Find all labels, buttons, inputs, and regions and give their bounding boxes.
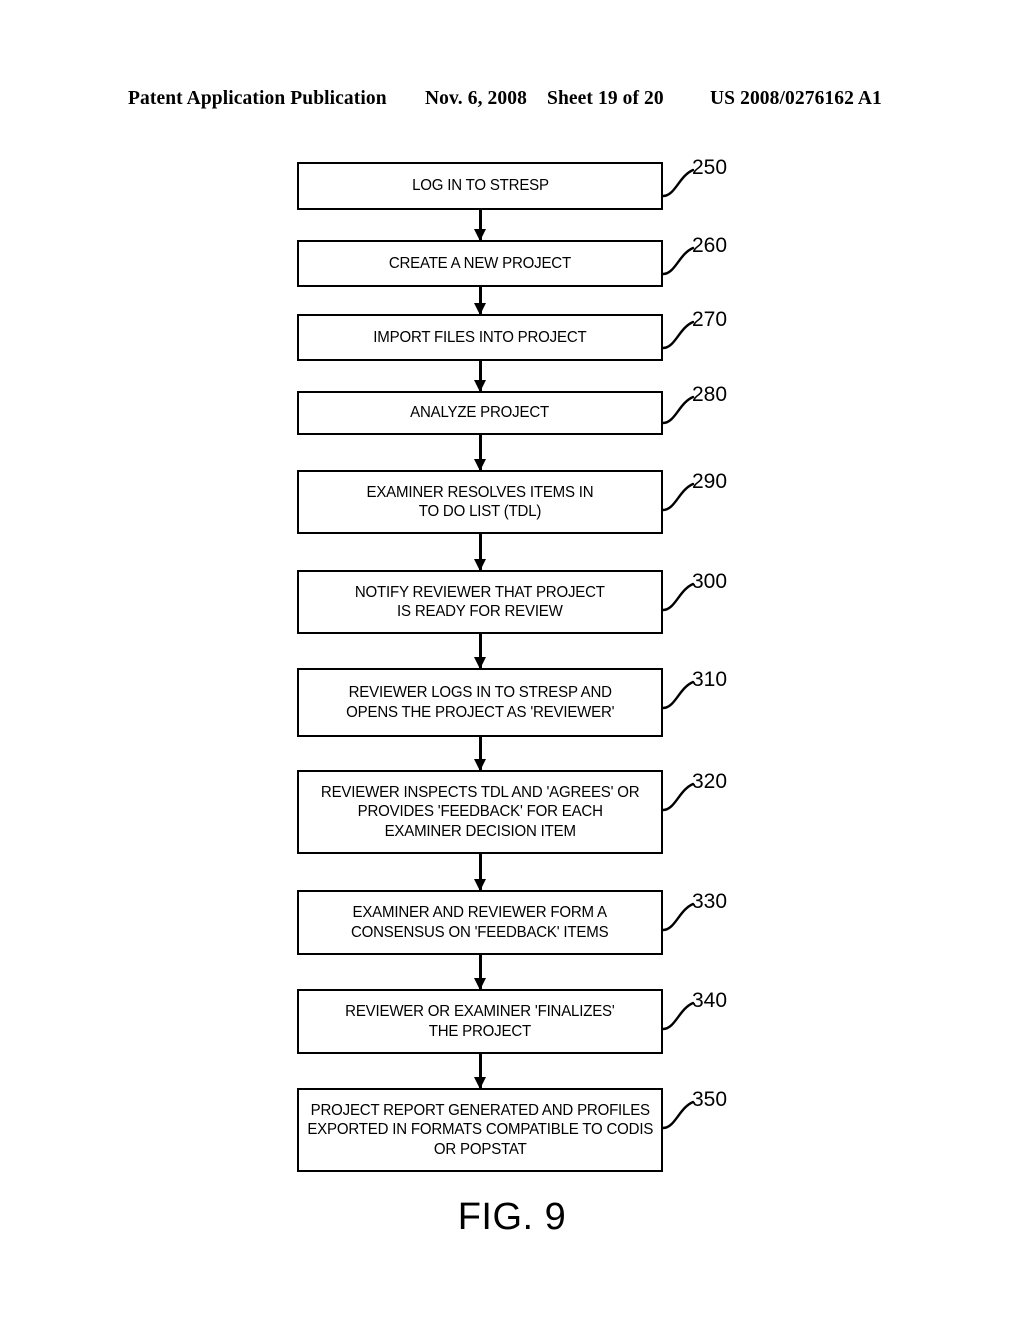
flowchart-step-280: ANALYZE PROJECT: [297, 391, 663, 435]
flowchart-step-300: NOTIFY REVIEWER THAT PROJECT IS READY FO…: [297, 570, 663, 634]
flowchart-step-250: LOG IN TO STRESP: [297, 162, 663, 210]
flowchart-arrow-290-to-300: [479, 534, 482, 570]
flowchart-step-label: EXAMINER RESOLVES ITEMS IN TO DO LIST (T…: [366, 483, 594, 521]
reference-numeral-290: 290: [692, 470, 728, 493]
flowchart-arrow-260-to-270: [479, 287, 482, 314]
reference-numeral-250: 250: [692, 156, 728, 180]
reference-numeral-300: 300: [692, 570, 728, 593]
flowchart-step-label: CREATE A NEW PROJECT: [388, 254, 572, 272]
flowchart-step-320: REVIEWER INSPECTS TDL AND 'AGREES' OR PR…: [297, 770, 663, 854]
flowchart-arrow-280-to-290: [479, 435, 482, 470]
flowchart-step-label: ANALYZE PROJECT: [410, 404, 550, 422]
flowchart-arrow-250-to-260: [479, 210, 482, 240]
reference-numeral-270: 270: [692, 307, 728, 331]
reference-numeral-330: 330: [692, 890, 728, 913]
flowchart-step-350: PROJECT REPORT GENERATED AND PROFILES EX…: [297, 1088, 663, 1172]
flowchart-step-330: EXAMINER AND REVIEWER FORM A CONSENSUS O…: [297, 890, 663, 955]
flowchart-step-label: REVIEWER OR EXAMINER 'FINALIZES' THE PRO…: [345, 1003, 615, 1040]
flowchart-arrow-270-to-280: [479, 361, 482, 391]
flowchart-diagram: LOG IN TO STRESP 250 CREATE A NEW PROJECT 2…: [0, 0, 1024, 1320]
flowchart-arrow-300-to-310: [479, 634, 482, 668]
reference-numeral-320: 320: [692, 770, 728, 793]
flowchart-step-label: LOG IN TO STRESP: [411, 177, 549, 195]
flowchart-arrow-340-to-350: [479, 1054, 482, 1088]
figure-caption: FIG. 9: [457, 1196, 567, 1238]
flowchart-step-310: REVIEWER LOGS IN TO STRESP AND OPENS THE…: [297, 668, 663, 737]
reference-numeral-340: 340: [692, 989, 728, 1012]
flowchart-step-label: REVIEWER LOGS IN TO STRESP AND OPENS THE…: [345, 684, 615, 721]
reference-numeral-280: 280: [692, 383, 728, 407]
flowchart-step-label: NOTIFY REVIEWER THAT PROJECT IS READY FO…: [355, 583, 605, 621]
flowchart-step-270: IMPORT FILES INTO PROJECT: [297, 314, 663, 361]
flowchart-arrow-320-to-330: [479, 854, 482, 890]
flowchart-step-290: EXAMINER RESOLVES ITEMS IN TO DO LIST (T…: [297, 470, 663, 534]
flowchart-arrow-330-to-340: [479, 955, 482, 989]
reference-numeral-260: 260: [692, 233, 728, 257]
flowchart-arrow-310-to-320: [479, 737, 482, 770]
flowchart-step-260: CREATE A NEW PROJECT: [297, 240, 663, 287]
flowchart-step-label: IMPORT FILES INTO PROJECT: [373, 328, 587, 346]
flowchart-step-340: REVIEWER OR EXAMINER 'FINALIZES' THE PRO…: [297, 989, 663, 1054]
reference-numeral-350: 350: [692, 1088, 728, 1111]
flowchart-step-label: PROJECT REPORT GENERATED AND PROFILES EX…: [307, 1101, 653, 1158]
flowchart-step-label: REVIEWER INSPECTS TDL AND 'AGREES' OR PR…: [320, 783, 640, 840]
reference-numeral-310: 310: [692, 668, 728, 691]
flowchart-step-label: EXAMINER AND REVIEWER FORM A CONSENSUS O…: [351, 904, 609, 941]
